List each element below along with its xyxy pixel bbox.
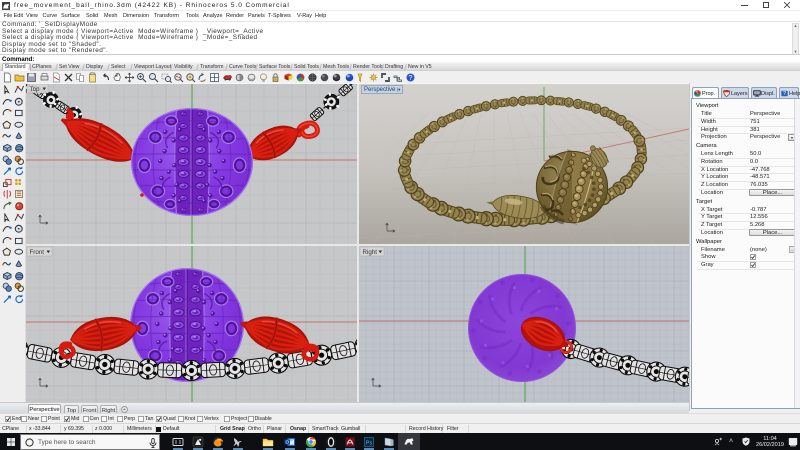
- svg-text:Top: Top: [30, 86, 41, 93]
- svg-text:?: ?: [783, 91, 786, 97]
- svg-text:Front: Front: [30, 249, 45, 256]
- svg-text:Ps: Ps: [366, 440, 373, 446]
- svg-text:Right: Right: [363, 249, 378, 256]
- svg-text:?: ?: [408, 75, 412, 82]
- svg-text:O: O: [285, 439, 289, 444]
